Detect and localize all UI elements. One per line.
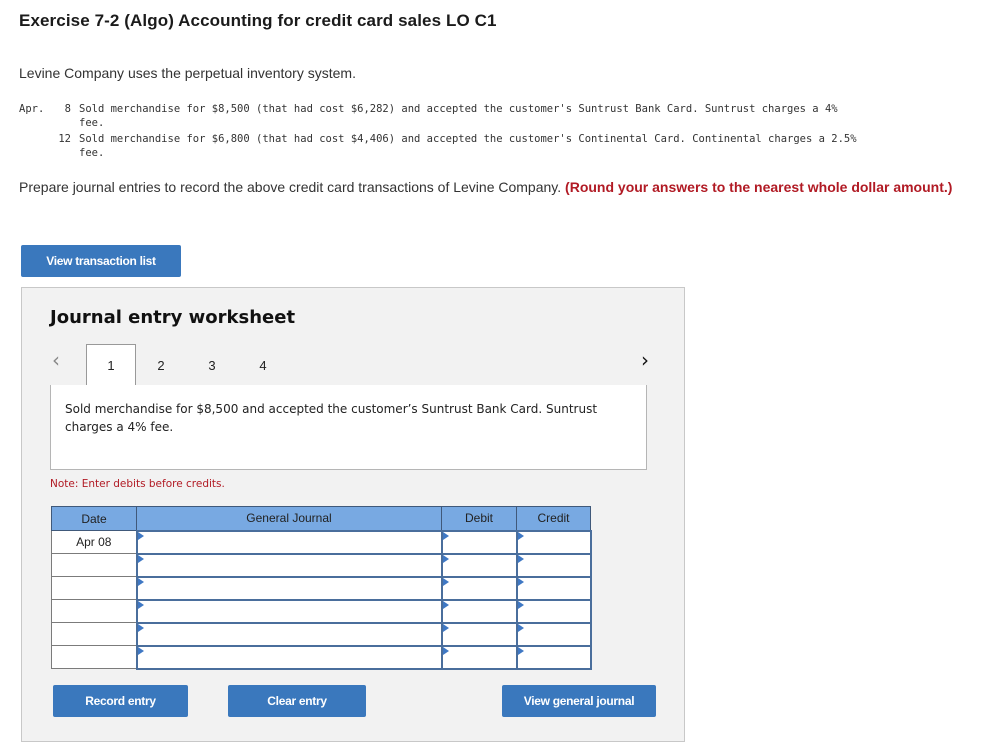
dropdown-marker-icon <box>517 531 524 540</box>
credit-input[interactable] <box>517 600 590 622</box>
dropdown-marker-icon <box>442 531 449 540</box>
debit-input[interactable] <box>442 646 516 668</box>
date-cell <box>51 599 137 623</box>
dropdown-marker-icon <box>517 577 524 586</box>
credit-input[interactable] <box>517 531 590 553</box>
dropdown-marker-icon <box>517 623 524 632</box>
view-general-journal-button[interactable]: View general journal <box>502 685 656 717</box>
debit-input[interactable] <box>442 554 516 576</box>
table-row <box>51 552 592 578</box>
account-input[interactable] <box>137 600 441 622</box>
journal-table: Date General Journal Debit Credit Apr 08 <box>51 506 592 670</box>
dropdown-marker-icon <box>137 554 144 563</box>
dropdown-marker-icon <box>137 623 144 632</box>
instructions-text: Prepare journal entries to record the ab… <box>19 179 562 195</box>
transaction-desc-line1: Sold merchandise for $6,800 (that had co… <box>79 133 857 145</box>
account-cell <box>135 598 443 624</box>
tab-2[interactable]: 2 <box>136 344 186 386</box>
account-cell <box>135 621 443 647</box>
dropdown-marker-icon <box>137 577 144 586</box>
record-entry-button[interactable]: Record entry <box>53 685 188 717</box>
debit-cell <box>440 598 518 624</box>
credit-input[interactable] <box>517 623 590 645</box>
credit-input[interactable] <box>517 577 590 599</box>
dropdown-marker-icon <box>137 600 144 609</box>
tab-1[interactable]: 1 <box>86 344 136 387</box>
journal-entry-worksheet: Journal entry worksheet ‹ › 1 2 3 4 Sold… <box>21 287 685 742</box>
chevron-right-icon[interactable]: › <box>641 348 649 372</box>
tab-3[interactable]: 3 <box>187 344 237 386</box>
transaction-desc-line2: fee. <box>79 117 105 129</box>
credit-cell <box>515 621 592 647</box>
debit-input[interactable] <box>442 623 516 645</box>
table-row <box>51 575 592 601</box>
dropdown-marker-icon <box>442 646 449 655</box>
account-cell <box>135 575 443 601</box>
dropdown-marker-icon <box>442 554 449 563</box>
credit-input[interactable] <box>517 554 590 576</box>
transaction-description-box: Sold merchandise for $8,500 and accepted… <box>50 385 647 470</box>
tab-4[interactable]: 4 <box>238 344 288 386</box>
date-cell <box>51 622 137 646</box>
debit-input[interactable] <box>442 577 516 599</box>
instructions: Prepare journal entries to record the ab… <box>19 178 969 196</box>
credit-cell <box>515 644 592 670</box>
date-cell <box>51 645 137 669</box>
account-input[interactable] <box>137 623 441 645</box>
header-credit: Credit <box>516 506 591 531</box>
header-debit: Debit <box>441 506 517 531</box>
account-cell <box>135 644 443 670</box>
table-row: Apr 08 <box>51 529 592 555</box>
dropdown-marker-icon <box>442 600 449 609</box>
credit-cell <box>515 552 592 578</box>
dropdown-marker-icon <box>137 531 144 540</box>
table-row <box>51 598 592 624</box>
date-cell: Apr 08 <box>51 530 137 554</box>
debit-input[interactable] <box>442 531 516 553</box>
transaction-desc-line2: fee. <box>79 147 105 159</box>
table-row <box>51 621 592 647</box>
debit-cell <box>440 644 518 670</box>
date-cell <box>51 553 137 577</box>
page-title: Exercise 7-2 (Algo) Accounting for credi… <box>19 11 497 30</box>
dropdown-marker-icon <box>517 554 524 563</box>
debit-cell <box>440 552 518 578</box>
note-text: Note: Enter debits before credits. <box>50 478 225 490</box>
intro-text: Levine Company uses the perpetual invent… <box>19 65 356 81</box>
view-transaction-list-button[interactable]: View transaction list <box>21 245 181 277</box>
debit-cell <box>440 621 518 647</box>
credit-cell <box>515 575 592 601</box>
clear-entry-button[interactable]: Clear entry <box>228 685 366 717</box>
account-input[interactable] <box>137 646 441 668</box>
dropdown-marker-icon <box>517 600 524 609</box>
header-general-journal: General Journal <box>136 506 442 531</box>
debit-input[interactable] <box>442 600 516 622</box>
transaction-day: 12 <box>58 133 71 145</box>
dropdown-marker-icon <box>442 623 449 632</box>
transaction-description: Sold merchandise for $8,500 and accepted… <box>65 402 598 434</box>
date-cell <box>51 576 137 600</box>
worksheet-title: Journal entry worksheet <box>50 307 296 328</box>
transaction-desc-line1: Sold merchandise for $8,500 (that had co… <box>79 103 838 115</box>
transaction-day: 8 <box>64 103 71 115</box>
account-cell <box>135 552 443 578</box>
debit-cell <box>440 529 518 555</box>
table-header-row: Date General Journal Debit Credit <box>51 506 591 531</box>
debit-cell <box>440 575 518 601</box>
account-input[interactable] <box>137 577 441 599</box>
chevron-left-icon[interactable]: ‹ <box>52 348 60 372</box>
header-date: Date <box>51 506 137 531</box>
credit-cell <box>515 598 592 624</box>
credit-cell <box>515 529 592 555</box>
instructions-emphasis: (Round your answers to the nearest whole… <box>565 179 953 195</box>
credit-input[interactable] <box>517 646 590 668</box>
dropdown-marker-icon <box>517 646 524 655</box>
dropdown-marker-icon <box>137 646 144 655</box>
account-input[interactable] <box>137 531 441 553</box>
dropdown-marker-icon <box>442 577 449 586</box>
account-input[interactable] <box>137 554 441 576</box>
table-row <box>51 644 592 670</box>
account-cell <box>135 529 443 555</box>
